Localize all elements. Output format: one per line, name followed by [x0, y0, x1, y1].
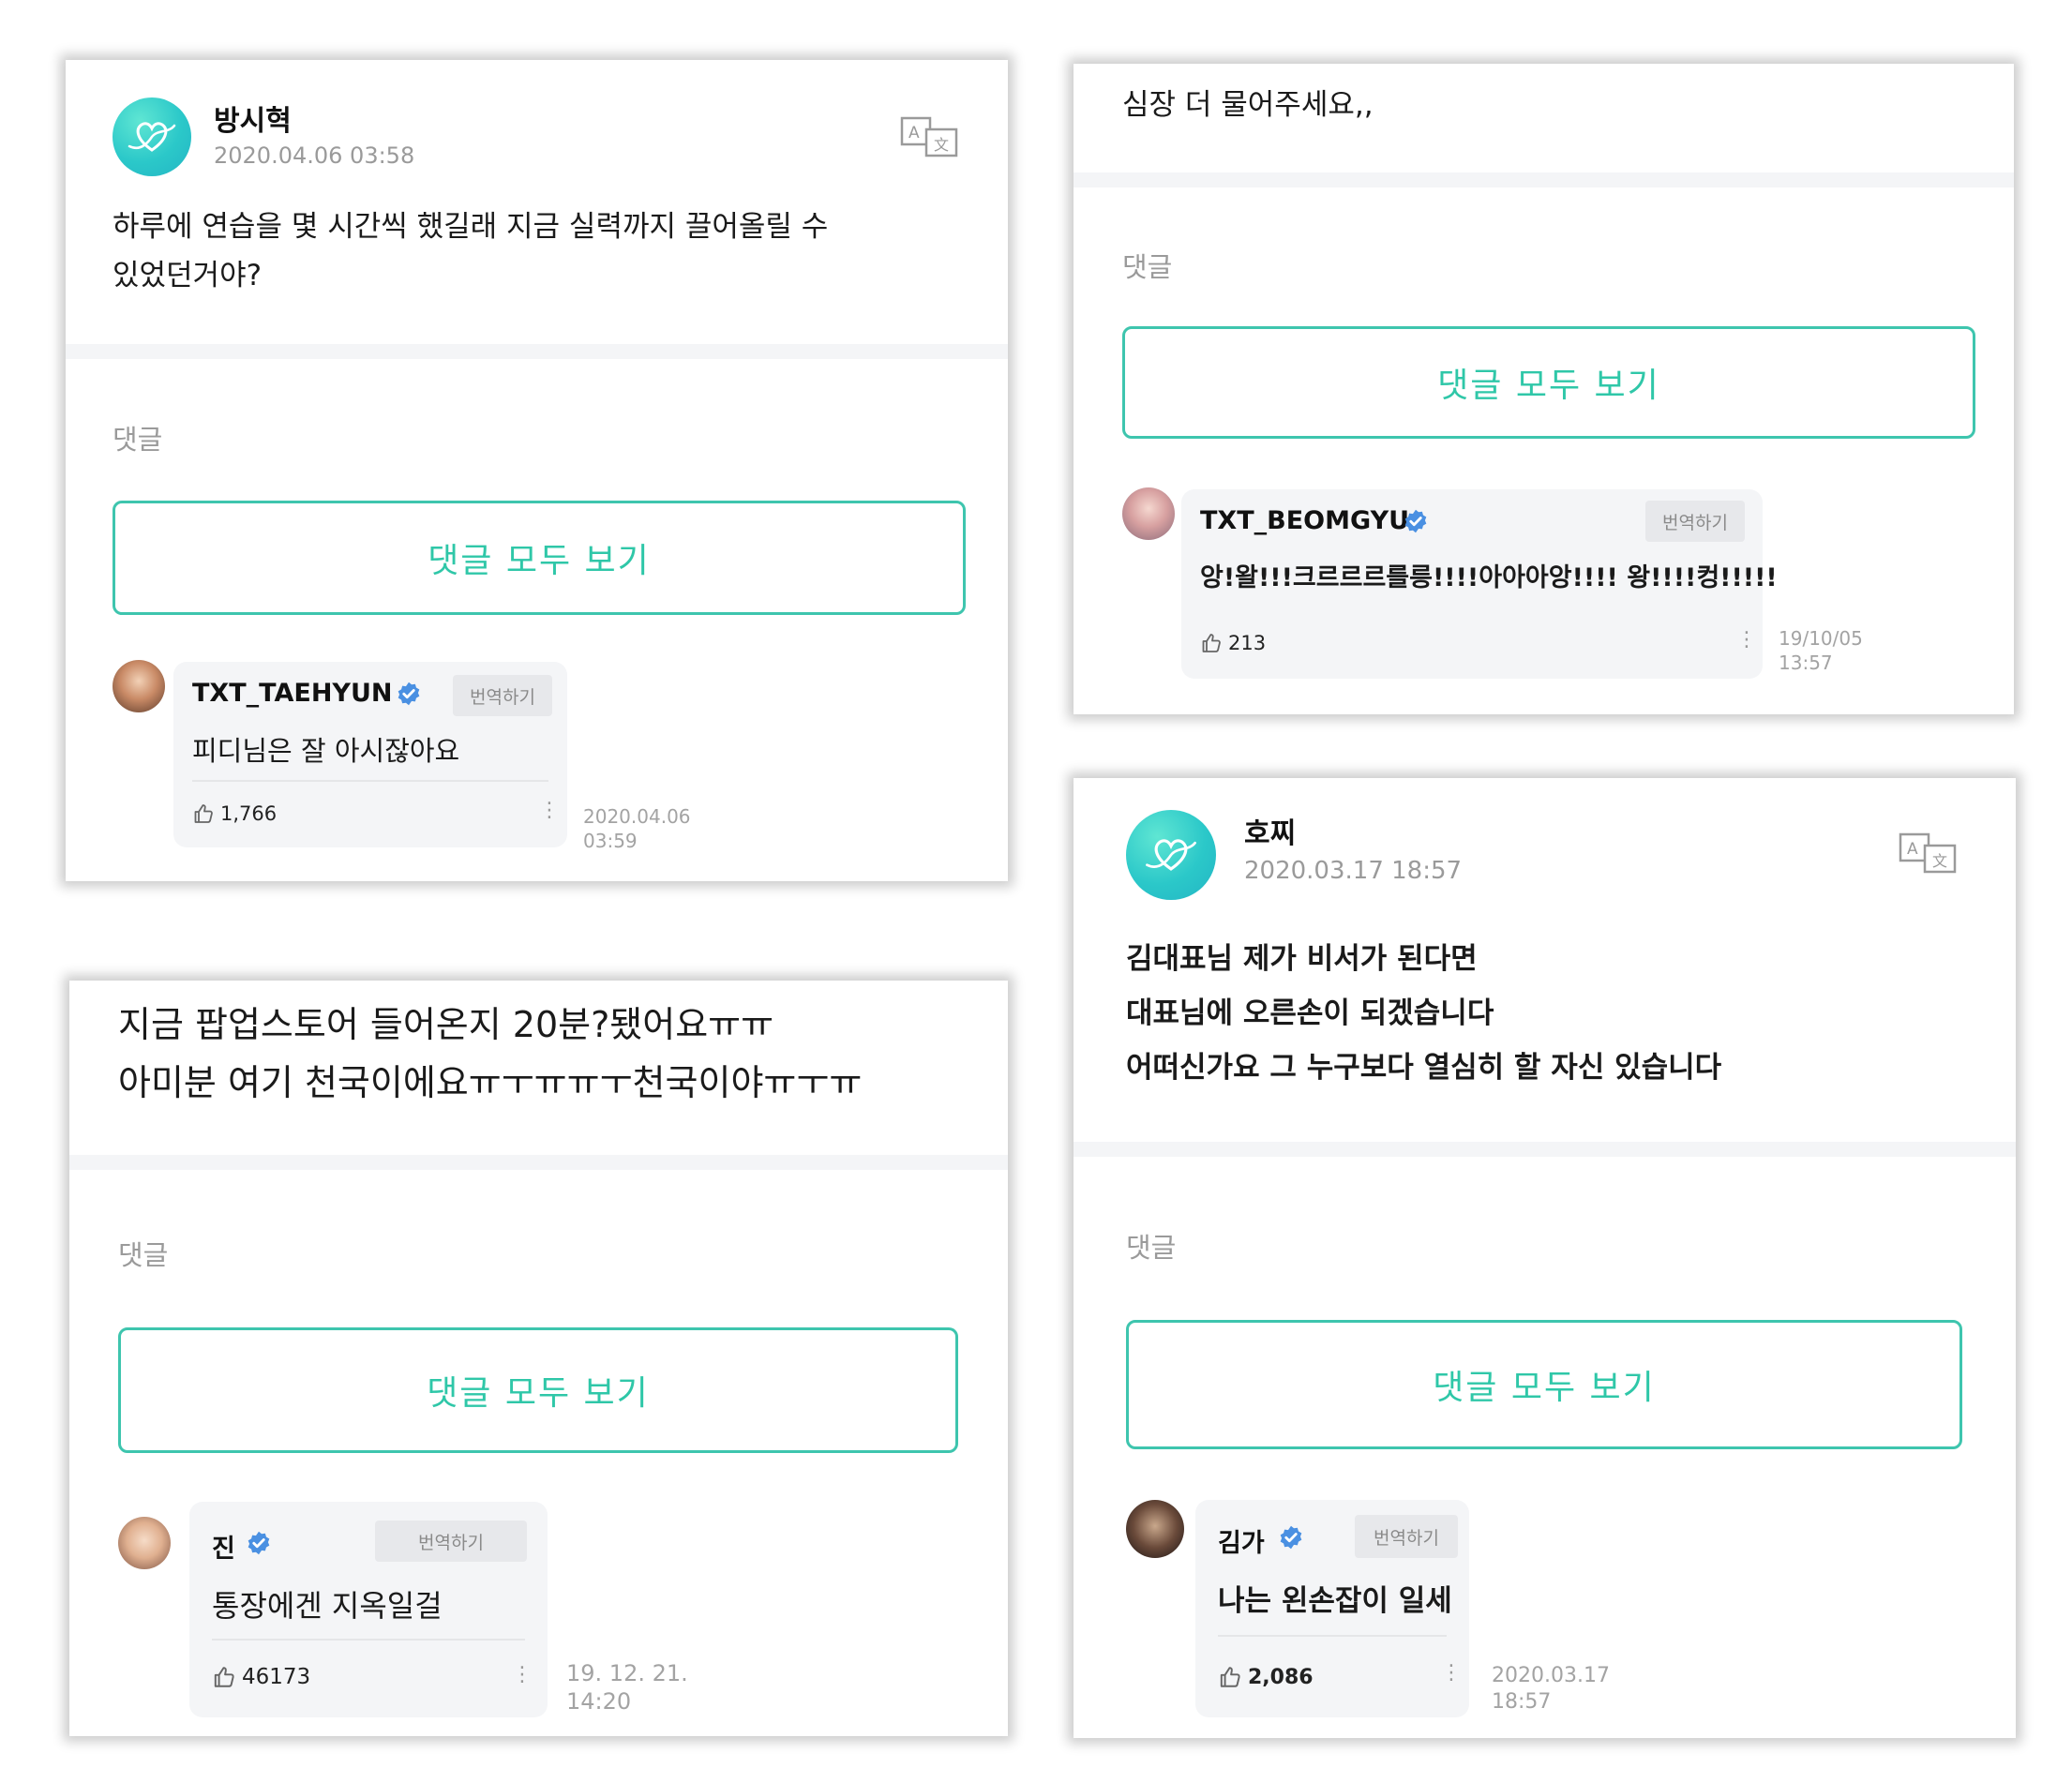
- post-card-bangsihyuk: 방시혁 2020.04.06 03:58 하루에 연습을 몇 시간씩 했길래 지…: [66, 60, 1008, 881]
- comment-bubble: 진 번역하기 통장에겐 지옥일걸 46173 ⋮: [189, 1502, 548, 1717]
- post-card-popup-store: 지금 팝업스토어 들어온지 20분?됐어요ㅠㅠ 아미분 여기 천국이에요ㅠㅜㅠㅠ…: [69, 981, 1008, 1736]
- comments-label: 댓글: [1122, 251, 1173, 283]
- thumbs-up-icon: [1218, 1665, 1242, 1689]
- thumbs-up-icon: [192, 802, 215, 825]
- comments-label: 댓글: [118, 1239, 169, 1271]
- comment-date: 2020.04.06 03:59: [583, 805, 691, 852]
- translate-button[interactable]: 번역하기: [375, 1521, 527, 1562]
- commenter-name[interactable]: TXT_TAEHYUN: [192, 679, 392, 708]
- comment-date: 19/10/05 13:57: [1779, 627, 1863, 674]
- view-all-comments-button[interactable]: 댓글 모두 보기: [1122, 326, 1975, 439]
- post-body: 심장 더 물어주세요,,: [1122, 88, 1374, 122]
- author-name[interactable]: 호찌: [1244, 810, 1296, 851]
- comment-bubble: 김가 번역하기 나는 왼손잡이 일세 2,086 ⋮: [1195, 1500, 1469, 1717]
- more-options-icon[interactable]: ⋮: [1441, 1661, 1462, 1685]
- like-count: 1,766: [220, 802, 278, 825]
- like-count: 2,086: [1248, 1665, 1314, 1689]
- view-all-comments-button[interactable]: 댓글 모두 보기: [118, 1327, 958, 1453]
- commenter-avatar[interactable]: [113, 660, 165, 712]
- section-divider: [66, 344, 1008, 359]
- thumbs-up-icon: [212, 1665, 236, 1689]
- comment-text: 앙!왈!!!크르르르를릉!!!!아아아앙!!!! 왕!!!!컹!!!!!: [1200, 563, 1778, 592]
- section-divider: [1074, 172, 2014, 187]
- commenter-avatar[interactable]: [1122, 487, 1175, 540]
- heart-logo-icon: [124, 109, 180, 165]
- verified-badge-icon: [246, 1530, 272, 1556]
- translate-icon[interactable]: [1899, 832, 1957, 874]
- translate-icon[interactable]: [900, 116, 958, 157]
- translate-button[interactable]: 번역하기: [1645, 501, 1745, 542]
- author-avatar[interactable]: [113, 97, 191, 176]
- commenter-avatar[interactable]: [118, 1517, 171, 1569]
- commenter-name[interactable]: 진: [212, 1528, 235, 1565]
- translate-button[interactable]: 번역하기: [453, 675, 552, 716]
- post-body: 김대표님 제가 비서가 된다면 대표님에 오른손이 되겠습니다 어떠신가요 그 …: [1126, 942, 1722, 1085]
- comment-date: 2020.03.17 18:57: [1492, 1664, 1610, 1714]
- heart-logo-icon: [1141, 825, 1201, 885]
- post-card-heart: 심장 더 물어주세요,, 댓글 댓글 모두 보기 TXT_BEOMGYU 번역하…: [1074, 64, 2014, 714]
- post-date: 2020.03.17 18:57: [1244, 857, 1463, 885]
- comments-label: 댓글: [1126, 1232, 1177, 1264]
- verified-badge-icon: [396, 681, 422, 707]
- like-button[interactable]: 1,766: [192, 802, 277, 825]
- verified-badge-icon: [1403, 508, 1429, 534]
- commenter-name[interactable]: 김가: [1218, 1522, 1265, 1559]
- view-all-comments-button[interactable]: 댓글 모두 보기: [113, 501, 966, 615]
- post-date: 2020.04.06 03:58: [214, 142, 415, 169]
- like-button[interactable]: 213: [1200, 632, 1266, 654]
- comment-date: 19. 12. 21. 14:20: [566, 1660, 688, 1715]
- comments-label: 댓글: [113, 424, 163, 456]
- comment-text: 통장에겐 지옥일걸: [212, 1588, 443, 1624]
- comment-separator: [212, 1639, 525, 1641]
- like-count: 213: [1228, 632, 1267, 654]
- thumbs-up-icon: [1200, 632, 1223, 654]
- comment-text: 피디님은 잘 아시잖아요: [192, 735, 460, 767]
- post-body: 하루에 연습을 몇 시간씩 했길래 지금 실력까지 끌어올릴 수 있었던거야?: [113, 210, 829, 292]
- more-options-icon[interactable]: ⋮: [539, 799, 560, 822]
- view-all-comments-button[interactable]: 댓글 모두 보기: [1126, 1320, 1962, 1449]
- commenter-avatar[interactable]: [1126, 1500, 1184, 1558]
- section-divider: [1074, 1142, 2016, 1157]
- comment-bubble: TXT_BEOMGYU 번역하기 앙!왈!!!크르르르를릉!!!!아아아앙!!!…: [1181, 489, 1778, 679]
- like-count: 46173: [242, 1665, 311, 1689]
- comment-separator: [1218, 1635, 1447, 1637]
- comment-text: 나는 왼손잡이 일세: [1218, 1584, 1452, 1618]
- translate-button[interactable]: 번역하기: [1355, 1515, 1458, 1558]
- author-name[interactable]: 방시혁: [214, 97, 292, 139]
- verified-badge-icon: [1278, 1524, 1304, 1551]
- author-avatar[interactable]: [1126, 810, 1216, 900]
- like-button[interactable]: 46173: [212, 1665, 310, 1689]
- commenter-name[interactable]: TXT_BEOMGYU: [1200, 506, 1409, 535]
- post-body: 지금 팝업스토어 들어온지 20분?됐어요ㅠㅠ 아미분 여기 천국이에요ㅠㅜㅠㅠ…: [118, 1004, 863, 1103]
- more-options-icon[interactable]: ⋮: [512, 1663, 533, 1686]
- more-options-icon[interactable]: ⋮: [1736, 628, 1757, 652]
- comment-bubble: TXT_TAEHYUN 번역하기 피디님은 잘 아시잖아요 1,766 ⋮: [173, 662, 567, 847]
- post-card-hojji: 호찌 2020.03.17 18:57 김대표님 제가 비서가 된다면 대표님에…: [1074, 778, 2016, 1738]
- section-divider: [69, 1155, 1008, 1170]
- comment-separator: [192, 780, 548, 782]
- like-button[interactable]: 2,086: [1218, 1665, 1314, 1689]
